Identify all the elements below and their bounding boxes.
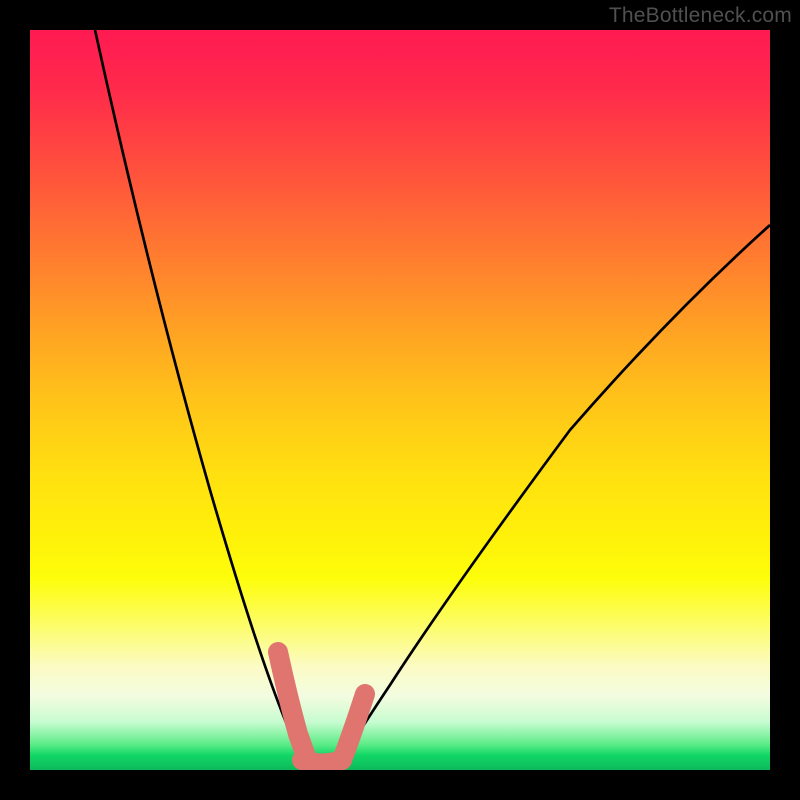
thick-overlay-right [342,694,365,760]
watermark-text: TheBottleneck.com [609,4,792,28]
gradient-plot-area [30,30,770,770]
outer-frame: TheBottleneck.com [0,0,800,800]
right-branch-curve [342,225,770,760]
curve-svg [30,30,770,770]
thick-overlay-left [278,652,308,762]
